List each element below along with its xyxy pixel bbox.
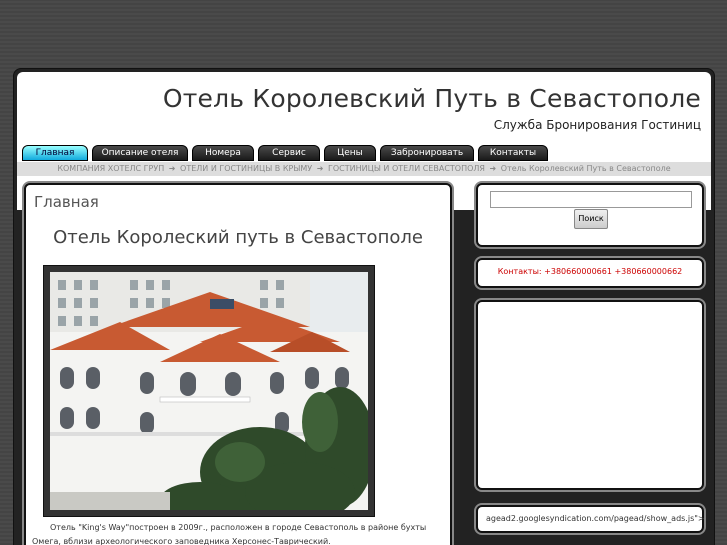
ad-script-widget: agead2.googlesyndication.com/pagead/show… xyxy=(476,505,705,533)
hotel-photo-frame xyxy=(43,265,375,517)
main-nav: Главная Описание отеля Номера Сервис Цен… xyxy=(22,145,548,161)
nav-rooms[interactable]: Номера xyxy=(192,145,254,161)
main-content: Главная Отель Королеский путь в Севастоп… xyxy=(24,183,452,545)
ad-placeholder xyxy=(476,300,704,490)
contacts-text: Контакты: +380660000661 +380660000662 xyxy=(497,267,683,276)
nav-contacts[interactable]: Контакты xyxy=(478,145,548,161)
article-text: Отель "King's Way"построен в 2009г., рас… xyxy=(32,523,427,545)
article-title: Отель Королеский путь в Севастополе xyxy=(53,227,423,248)
search-button[interactable]: Поиск xyxy=(574,209,608,229)
breadcrumb-item-company[interactable]: КОМПАНИЯ ХОТЕЛС ГРУП xyxy=(57,164,164,173)
breadcrumb-arrow-icon: ➜ xyxy=(316,164,324,173)
breadcrumb: КОМПАНИЯ ХОТЕЛС ГРУП ➜ ОТЕЛИ И ГОСТИНИЦЫ… xyxy=(17,162,711,176)
search-widget: Поиск xyxy=(476,183,704,247)
nav-booking[interactable]: Забронировать xyxy=(380,145,474,161)
breadcrumb-arrow-icon: ➜ xyxy=(489,164,497,173)
page-wrapper: Отель Королевский Путь в Севастополе Слу… xyxy=(13,68,715,545)
nav-prices[interactable]: Цены xyxy=(324,145,376,161)
nav-hotel-description[interactable]: Описание отеля xyxy=(92,145,188,161)
breadcrumb-item-sevastopol[interactable]: ГОСТИНИЦЫ И ОТЕЛИ СЕВАСТОПОЛЯ xyxy=(328,164,485,173)
breadcrumb-item-current: Отель Королевский Путь в Севастополе xyxy=(500,164,671,173)
site-subtitle: Служба Бронирования Гостиниц xyxy=(493,118,701,132)
ad-script-text: agead2.googlesyndication.com/pagead/show… xyxy=(486,514,705,523)
breadcrumb-arrow-icon: ➜ xyxy=(168,164,176,173)
nav-service[interactable]: Сервис xyxy=(258,145,320,161)
nav-home[interactable]: Главная xyxy=(22,145,88,161)
contacts-widget: Контакты: +380660000661 +380660000662 xyxy=(476,258,704,288)
search-input[interactable] xyxy=(490,191,692,208)
page-heading: Главная xyxy=(34,193,99,211)
hotel-photo xyxy=(50,272,368,510)
breadcrumb-item-crimea[interactable]: ОТЕЛИ И ГОСТИНИЦЫ В КРЫМУ xyxy=(180,164,312,173)
site-title: Отель Королевский Путь в Севастополе xyxy=(162,84,701,113)
